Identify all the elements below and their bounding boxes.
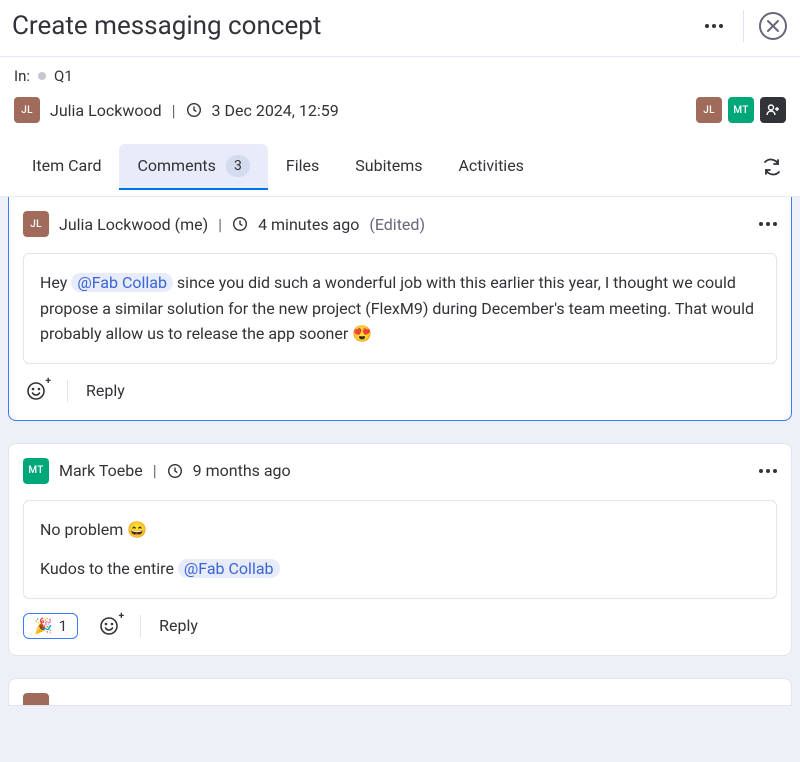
tab-files[interactable]: Files [268, 144, 337, 190]
divider: | [153, 461, 157, 480]
refresh-button[interactable] [758, 153, 786, 181]
comment-text: Kudos to the entire [40, 559, 178, 578]
tab-subitems[interactable]: Subitems [337, 144, 440, 190]
reaction-chip[interactable]: 🎉 1 [23, 613, 78, 639]
plus-icon: + [119, 611, 124, 622]
divider [743, 10, 744, 42]
tab-label: Subitems [355, 156, 422, 175]
participant-avatar[interactable]: MT [728, 97, 754, 123]
refresh-icon [761, 156, 783, 178]
page-title: Create messaging concept [12, 11, 699, 41]
add-reaction-button[interactable]: + [96, 613, 122, 639]
comment-body: Hey @Fab Collab since you did such a won… [23, 253, 777, 364]
participants: JL MT [696, 97, 786, 123]
comment-timestamp: 9 months ago [193, 461, 291, 480]
clock-icon [186, 102, 202, 118]
divider: | [218, 215, 222, 234]
comment-author-name[interactable]: Julia Lockwood (me) [59, 215, 208, 234]
divider [67, 380, 68, 402]
comment-author-name[interactable]: Mark Toebe [59, 461, 143, 480]
creator-name[interactable]: Julia Lockwood [50, 101, 162, 120]
reply-button[interactable]: Reply [159, 616, 198, 635]
comment-more-button[interactable] [759, 469, 777, 473]
in-label: In: [14, 67, 30, 85]
tab-comments[interactable]: Comments 3 [119, 144, 267, 190]
more-icon [759, 222, 777, 226]
comment-more-button[interactable] [759, 222, 777, 226]
comment-text: No problem 😄 [40, 520, 147, 539]
comments-count-badge: 3 [226, 155, 250, 177]
comment-author-avatar[interactable] [23, 693, 49, 706]
status-dot-icon [38, 72, 46, 80]
tab-label: Files [286, 156, 319, 175]
tab-item-card[interactable]: Item Card [14, 144, 119, 190]
comment: MT Mark Toebe | 9 months ago No problem … [8, 443, 792, 656]
edited-label: (Edited) [369, 215, 425, 234]
comment-text: Hey [40, 273, 71, 292]
tab-activities[interactable]: Activities [440, 144, 541, 190]
creator-avatar[interactable]: JL [14, 97, 40, 123]
comment-author-avatar[interactable]: JL [23, 211, 49, 237]
add-reaction-button[interactable]: + [23, 378, 49, 404]
comment [8, 678, 792, 706]
reaction-count: 1 [59, 617, 67, 635]
comment-body: No problem 😄 Kudos to the entire @Fab Co… [23, 500, 777, 599]
smile-icon [25, 380, 47, 402]
mention[interactable]: @Fab Collab [71, 273, 173, 292]
clock-icon [167, 463, 183, 479]
more-icon [705, 24, 723, 28]
divider: | [172, 101, 176, 120]
more-icon [759, 469, 777, 473]
clock-icon [232, 216, 248, 232]
reply-button[interactable]: Reply [86, 381, 125, 400]
smile-icon [98, 615, 120, 637]
close-icon [759, 12, 787, 40]
comment: JL Julia Lockwood (me) | 4 minutes ago (… [8, 197, 792, 421]
plus-icon: + [46, 376, 51, 387]
parent-item-link[interactable]: Q1 [54, 67, 73, 85]
reaction-emoji: 🎉 [34, 617, 53, 635]
comment-author-avatar[interactable]: MT [23, 458, 49, 484]
created-timestamp: 3 Dec 2024, 12:59 [212, 101, 339, 120]
tab-label: Activities [458, 156, 523, 175]
comment-timestamp: 4 minutes ago [258, 215, 359, 234]
mention[interactable]: @Fab Collab [178, 559, 280, 578]
tab-label: Item Card [32, 156, 101, 175]
person-plus-icon [765, 102, 781, 118]
breadcrumb: In: Q1 [0, 57, 800, 91]
more-options-button[interactable] [699, 11, 729, 41]
close-button[interactable] [758, 11, 788, 41]
participant-avatar[interactable]: JL [696, 97, 722, 123]
add-participant-button[interactable] [760, 97, 786, 123]
divider [140, 615, 141, 637]
tab-label: Comments [137, 156, 215, 175]
